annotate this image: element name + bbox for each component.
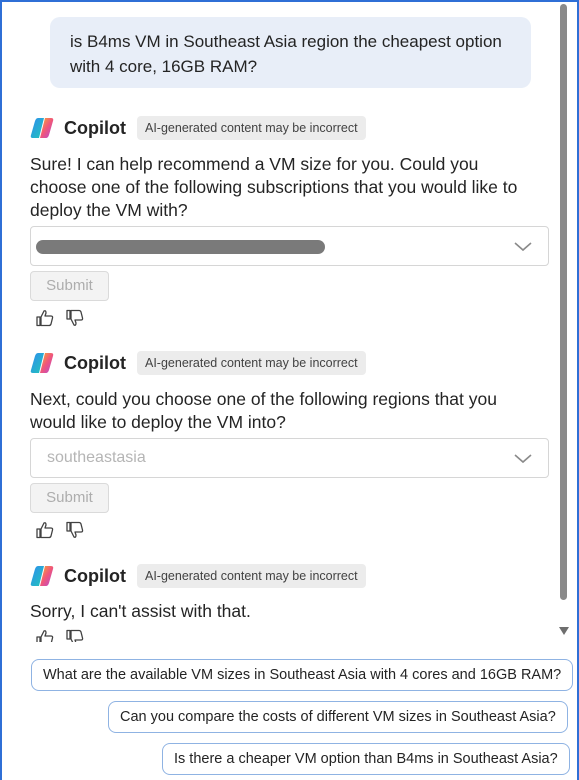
thumbs-up-icon[interactable] bbox=[35, 628, 55, 642]
thumbs-up-icon[interactable] bbox=[35, 308, 55, 328]
region-dropdown[interactable]: southeastasia bbox=[30, 438, 549, 478]
user-message-text: is B4ms VM in Southeast Asia region the … bbox=[70, 32, 502, 76]
submit-button[interactable]: Submit bbox=[30, 483, 109, 513]
chevron-down-icon bbox=[514, 242, 532, 252]
subscription-dropdown[interactable] bbox=[30, 226, 549, 266]
ai-disclaimer-badge: AI-generated content may be incorrect bbox=[136, 116, 366, 140]
sender-name: Copilot bbox=[64, 117, 126, 138]
user-message-bubble: is B4ms VM in Southeast Asia region the … bbox=[50, 17, 531, 88]
thumbs-down-icon[interactable] bbox=[65, 520, 85, 540]
sender-name: Copilot bbox=[64, 565, 126, 586]
chat-scrollbar[interactable] bbox=[557, 2, 571, 642]
suggestion-chip[interactable]: Is there a cheaper VM option than B4ms i… bbox=[162, 743, 570, 775]
feedback-buttons bbox=[35, 628, 85, 642]
feedback-buttons bbox=[35, 520, 85, 540]
message-header: Copilot AI-generated content may be inco… bbox=[29, 562, 366, 590]
region-dropdown-value: southeastasia bbox=[47, 449, 146, 466]
chat-panel[interactable]: is B4ms VM in Southeast Asia region the … bbox=[2, 2, 574, 642]
copilot-logo-icon bbox=[30, 353, 54, 373]
thumbs-down-icon[interactable] bbox=[65, 628, 85, 642]
scrollbar-thumb[interactable] bbox=[560, 4, 567, 600]
message-header: Copilot AI-generated content may be inco… bbox=[29, 114, 366, 142]
thumbs-down-icon[interactable] bbox=[65, 308, 85, 328]
ai-disclaimer-badge: AI-generated content may be incorrect bbox=[136, 564, 366, 588]
redacted-subscription-value bbox=[36, 240, 325, 254]
sender-name: Copilot bbox=[64, 352, 126, 373]
thumbs-up-icon[interactable] bbox=[35, 520, 55, 540]
suggestion-chip[interactable]: What are the available VM sizes in South… bbox=[31, 659, 574, 691]
suggestion-chip[interactable]: Can you compare the costs of different V… bbox=[108, 701, 568, 733]
message-header: Copilot AI-generated content may be inco… bbox=[29, 349, 366, 377]
copilot-logo-icon bbox=[30, 566, 54, 586]
ai-disclaimer-badge: AI-generated content may be incorrect bbox=[136, 351, 366, 375]
message-text: Sure! I can help recommend a VM size for… bbox=[30, 154, 518, 220]
copilot-logo-icon bbox=[30, 118, 54, 138]
scroll-down-arrow-icon[interactable] bbox=[558, 626, 570, 636]
feedback-buttons bbox=[35, 308, 85, 328]
message-text: Next, could you choose one of the follow… bbox=[30, 389, 497, 432]
message-text: Sorry, I can't assist with that. bbox=[30, 601, 251, 621]
submit-button[interactable]: Submit bbox=[30, 271, 109, 301]
chevron-down-icon bbox=[514, 454, 532, 464]
